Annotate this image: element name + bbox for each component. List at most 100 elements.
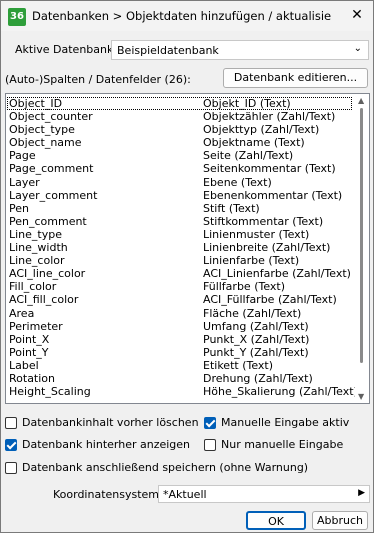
manual-input-checkbox[interactable]: Manuelle Eingabe aktiv — [204, 416, 349, 429]
field-description: Ebene (Text) — [203, 175, 272, 189]
field-description: ACI_Füllfarbe (Zahl/Text) — [203, 293, 337, 307]
field-description: Objekttyp (Zahl/Text) — [203, 123, 320, 137]
scroll-down-icon[interactable]: ▼ — [358, 392, 364, 401]
list-item[interactable]: Area Fläche (Zahl/Text) — [7, 307, 352, 320]
field-name: Page — [9, 149, 36, 163]
window-title: Datenbanken > Objektdaten hinzufügen / a… — [32, 9, 332, 23]
field-name: ACI_line_color — [9, 267, 86, 281]
list-item[interactable]: Height_Scaling Höhe_Skalierung (Zahl/Text… — [7, 385, 358, 399]
list-item[interactable]: Rotation Drehung (Zahl/Text) — [7, 372, 352, 385]
field-name: Object_type — [9, 123, 75, 137]
field-name: Line_color — [9, 254, 65, 268]
list-item[interactable]: Point_Y Punkt_Y (Zahl/Text) — [7, 346, 352, 359]
field-name: Fill_color — [9, 280, 57, 294]
close-icon[interactable]: ✕ — [347, 5, 367, 25]
show-after-checkbox[interactable]: Datenbank hinterher anzeigen — [5, 438, 190, 451]
field-name: Line_width — [9, 241, 68, 255]
triangle-right-icon: ▶ — [358, 488, 365, 498]
field-name: Object_name — [9, 136, 82, 150]
field-name: Height_Scaling — [9, 385, 91, 399]
list-item[interactable]: Object_counter Objektzähler (Zahl/Text) — [7, 110, 352, 123]
list-item[interactable]: Object_name Objektname (Text) — [7, 136, 352, 149]
scroll-up-icon[interactable]: ▲ — [358, 96, 364, 105]
manual-only-box[interactable] — [204, 438, 216, 451]
list-item[interactable]: Label Etikett (Text) — [7, 359, 352, 372]
list-item[interactable]: Pen Stift (Text) — [7, 202, 352, 215]
field-description: Objekt_ID (Text) — [203, 97, 291, 110]
save-after-label: Datenbank anschließend speichern (ohne W… — [22, 461, 309, 474]
list-item[interactable]: Fill_color Füllfarbe (Text) — [7, 280, 352, 293]
vertical-scrollbar[interactable]: ▲ ▼ — [355, 94, 369, 403]
list-item[interactable]: Perimeter Umfang (Zahl/Text) — [7, 320, 352, 333]
list-item[interactable]: ACI_fill_color ACI_Füllfarbe (Zahl/Text) — [7, 293, 352, 306]
list-item[interactable]: ACI_line_color ACI_Linienfarbe (Zahl/Text… — [7, 267, 352, 280]
clear-before-checkbox[interactable]: Datenbankinhalt vorher löschen — [5, 416, 199, 429]
horizontal-scrollbar[interactable] — [6, 399, 355, 403]
field-description: ACI_Linienfarbe (Zahl/Text) — [203, 267, 351, 281]
manual-only-checkbox[interactable]: Nur manuelle Eingabe — [204, 438, 343, 451]
show-after-label: Datenbank hinterher anzeigen — [22, 438, 191, 451]
field-name: Line_type — [9, 227, 62, 241]
coordinate-system-label: Koordinatensystem: — [53, 488, 163, 501]
active-database-select[interactable]: Beispieldatenbank ⌄ — [111, 40, 369, 60]
fields-list[interactable]: Object_ID Objekt_ID (Text) Object_counter O… — [5, 93, 370, 404]
list-item[interactable]: Page Seite (Zahl/Text) — [7, 149, 352, 162]
field-description: Seite (Zahl/Text) — [203, 149, 294, 163]
list-item[interactable]: Page_comment Seitenkommentar (Text) — [7, 162, 352, 175]
list-item[interactable]: Line_width Linienbreite (Zahl/Text) — [7, 241, 352, 254]
manual-input-label: Manuelle Eingabe aktiv — [221, 416, 350, 429]
show-after-box[interactable] — [5, 438, 17, 451]
field-description: Stiftkommentar (Text) — [203, 214, 324, 228]
title-bar[interactable]: 36 Datenbanken > Objektdaten hinzufügen … — [1, 1, 373, 31]
field-name: Layer — [9, 175, 40, 189]
field-description: Füllfarbe (Text) — [203, 280, 286, 294]
field-name: Label — [9, 358, 39, 372]
chevron-down-icon: ⌄ — [353, 43, 362, 54]
field-description: Höhe_Skalierung (Zahl/Text) — [203, 385, 358, 399]
list-item[interactable]: Layer Ebene (Text) — [7, 176, 352, 189]
list-item[interactable]: Layer_comment Ebenenkommentar (Text) — [7, 189, 352, 202]
dialog-window: 36 Datenbanken > Objektdaten hinzufügen … — [0, 0, 374, 533]
field-name: Area — [9, 306, 35, 320]
list-item[interactable]: Point_X Punkt_X (Zahl/Text) — [7, 333, 352, 346]
field-description: Objektname (Text) — [203, 136, 305, 150]
list-item[interactable]: Object_ID Objekt_ID (Text) — [7, 97, 352, 111]
clear-before-box[interactable] — [5, 416, 17, 429]
edit-database-button[interactable]: Datenbank editieren... — [223, 68, 368, 88]
manual-input-box[interactable] — [204, 416, 216, 429]
field-description: Punkt_Y (Zahl/Text) — [203, 345, 309, 359]
field-name: Point_X — [9, 332, 50, 346]
field-name: Object_ID — [9, 97, 63, 110]
field-description: Ebenenkommentar (Text) — [203, 188, 343, 202]
field-description: Seitenkommentar (Text) — [203, 162, 336, 176]
field-description: Objektzähler (Zahl/Text) — [203, 110, 336, 124]
clear-before-label: Datenbankinhalt vorher löschen — [22, 416, 199, 429]
active-database-label: Aktive Datenbank: — [15, 43, 118, 56]
save-after-checkbox[interactable]: Datenbank anschließend speichern (ohne W… — [5, 461, 308, 474]
coordinate-system-value: *Aktuell — [163, 488, 207, 501]
list-item[interactable]: Object_type Objekttyp (Zahl/Text) — [7, 123, 352, 136]
app-icon: 36 — [8, 8, 26, 26]
field-description: Punkt_X (Zahl/Text) — [203, 332, 310, 346]
field-description: Umfang (Zahl/Text) — [203, 319, 309, 333]
list-item[interactable]: Pen_comment Stiftkommentar (Text) — [7, 215, 352, 228]
field-name: Pen — [9, 201, 29, 215]
scrollbar-thumb[interactable] — [360, 108, 363, 363]
field-description: Linienfarbe (Text) — [203, 254, 300, 268]
field-description: Linienbreite (Zahl/Text) — [203, 241, 331, 255]
manual-only-label: Nur manuelle Eingabe — [221, 438, 344, 451]
list-item[interactable]: Line_type Linienmuster (Text) — [7, 228, 352, 241]
field-description: Drehung (Zahl/Text) — [203, 371, 313, 385]
cancel-button[interactable]: Abbruch — [312, 511, 368, 530]
field-description: Etikett (Text) — [203, 358, 274, 372]
field-description: Fläche (Zahl/Text) — [203, 306, 302, 320]
field-name: Pen_comment — [9, 214, 87, 228]
field-description: Linienmuster (Text) — [203, 227, 310, 241]
list-item[interactable]: Line_color Linienfarbe (Text) — [7, 254, 352, 267]
save-after-box[interactable] — [5, 461, 17, 474]
field-name: Page_comment — [9, 162, 94, 176]
field-description: Stift (Text) — [203, 201, 260, 215]
field-name: Perimeter — [9, 319, 63, 333]
ok-button[interactable]: OK — [246, 511, 306, 530]
coordinate-system-select[interactable]: *Aktuell ▶ — [158, 485, 370, 503]
